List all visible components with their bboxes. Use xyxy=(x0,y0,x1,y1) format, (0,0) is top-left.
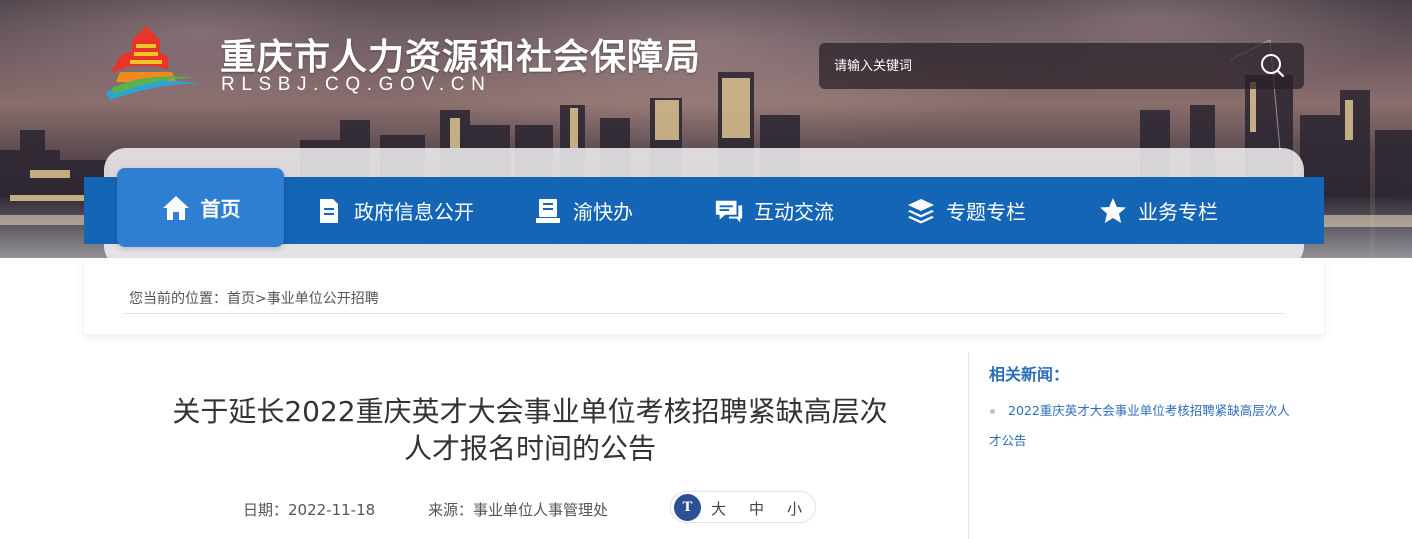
font-size-icon-text: T xyxy=(682,500,693,515)
related-news-link[interactable]: 2022重庆英才大会事业单位考核招聘紧缺高层次人才公告 xyxy=(989,396,1299,456)
site-domain: RLSBJ.CQ.GOV.CN xyxy=(221,74,492,95)
search-bar xyxy=(819,43,1304,89)
sidebar-divider xyxy=(968,352,969,539)
main-nav: 首页 政府信息公开 渝快办 互动交流 专题专栏 业务专栏 xyxy=(84,168,1324,247)
nav-label: 专题专栏 xyxy=(946,200,1026,224)
nav-item-special-topics[interactable]: 专题专栏 xyxy=(906,177,1026,244)
breadcrumb-prefix: 您当前的位置： xyxy=(129,291,227,307)
font-size-icon: T xyxy=(674,494,701,521)
breadcrumb-home-link[interactable]: 首页 xyxy=(227,291,255,307)
layers-icon xyxy=(906,196,936,226)
home-icon xyxy=(161,193,191,223)
search-input[interactable] xyxy=(819,43,1239,89)
nav-item-business[interactable]: 业务专栏 xyxy=(1098,177,1218,244)
nav-item-gov-info[interactable]: 政府信息公开 xyxy=(314,177,474,244)
breadcrumb-current-link[interactable]: 事业单位公开招聘 xyxy=(267,291,379,307)
font-size-switcher: T 大 中 小 xyxy=(670,491,816,523)
breadcrumb: 您当前的位置：首页>事业单位公开招聘 xyxy=(129,288,379,308)
chongqing-logo-icon xyxy=(106,26,200,100)
search-icon xyxy=(1261,54,1285,78)
nav-item-interaction[interactable]: 互动交流 xyxy=(714,177,834,244)
article-source: 来源：事业单位人事管理处 xyxy=(428,501,609,519)
article-date: 日期：2022-11-18 xyxy=(243,501,376,519)
document-icon xyxy=(314,196,344,226)
nav-label: 政府信息公开 xyxy=(354,200,474,224)
star-icon xyxy=(1098,196,1128,226)
nav-label: 业务专栏 xyxy=(1138,200,1218,224)
nav-label: 互动交流 xyxy=(754,200,834,224)
article-title-line1: 关于延长2022重庆英才大会事业单位考核招聘紧缺高层次 xyxy=(172,395,888,428)
font-size-medium-button[interactable]: 中 xyxy=(749,498,764,519)
nav-label: 首页 xyxy=(200,197,241,221)
book-icon xyxy=(533,196,563,226)
article-title: 关于延长2022重庆英才大会事业单位考核招聘紧缺高层次 人才报名时间的公告 xyxy=(120,393,940,467)
nav-label: 渝快办 xyxy=(573,200,633,224)
chat-icon xyxy=(714,196,744,226)
search-button[interactable] xyxy=(1253,52,1293,80)
related-news-title: 相关新闻： xyxy=(989,365,1070,384)
nav-item-home[interactable]: 首页 xyxy=(117,168,284,247)
font-size-small-button[interactable]: 小 xyxy=(787,498,802,519)
font-size-large-button[interactable]: 大 xyxy=(711,498,726,519)
nav-item-yukuaiban[interactable]: 渝快办 xyxy=(533,177,633,244)
breadcrumb-card: 您当前的位置：首页>事业单位公开招聘 xyxy=(84,258,1324,334)
site-title: 重庆市人力资源和社会保障局 xyxy=(220,37,702,78)
article-title-line2: 人才报名时间的公告 xyxy=(403,432,656,465)
breadcrumb-divider xyxy=(124,313,1284,314)
breadcrumb-separator: > xyxy=(255,291,267,307)
